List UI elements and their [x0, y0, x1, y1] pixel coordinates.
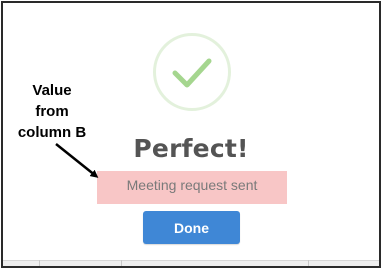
annotation-arrow-icon	[55, 143, 99, 178]
